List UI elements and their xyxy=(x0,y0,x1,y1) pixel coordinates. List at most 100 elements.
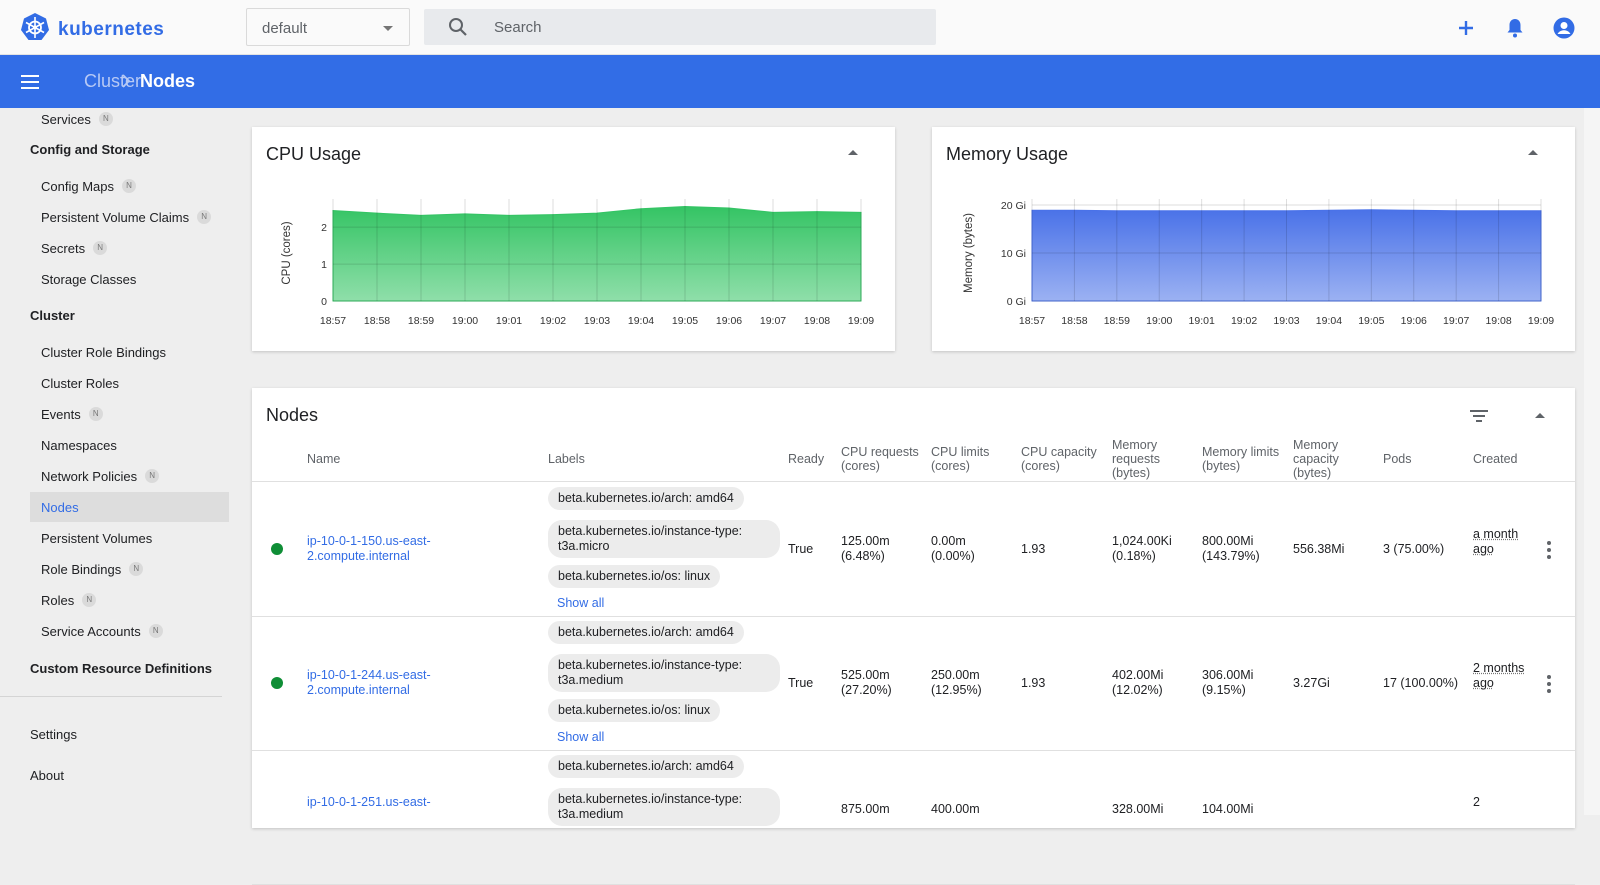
column-header-cpu-capacity[interactable]: CPU capacity (cores) xyxy=(1021,445,1105,473)
sidebar-item-label: Config Maps xyxy=(41,178,114,194)
sidebar-item-settings[interactable]: Settings xyxy=(30,727,77,742)
filter-icon[interactable] xyxy=(1467,404,1491,433)
namespace-select[interactable]: default xyxy=(246,8,410,46)
sidebar-item-service-accounts[interactable]: Service Accounts N xyxy=(30,616,229,646)
sidebar-item-secrets[interactable]: Secrets N xyxy=(30,233,229,263)
x-tick-label: 19:05 xyxy=(672,315,698,327)
kubernetes-logo[interactable]: kubernetes xyxy=(20,12,164,47)
node-name-link[interactable]: ip-10-0-1-244.us-east-2.compute.internal xyxy=(307,668,517,698)
sidebar-item-network-policies[interactable]: Network Policies N xyxy=(30,461,229,491)
sidebar-section-custom-resource-definitions[interactable]: Custom Resource Definitions xyxy=(30,661,212,676)
sidebar-item-events[interactable]: Events N xyxy=(30,399,229,429)
created-value: a month ago xyxy=(1473,527,1519,556)
add-icon[interactable] xyxy=(1454,16,1478,40)
node-name-link[interactable]: ip-10-0-1-150.us-east-2.compute.internal xyxy=(307,534,517,564)
x-tick-label: 19:08 xyxy=(804,315,830,327)
collapse-chevron-up-icon[interactable] xyxy=(1528,404,1552,428)
pods-value: 17 (100.00%) xyxy=(1383,676,1459,690)
sidebar-item-cluster-roles[interactable]: Cluster Roles xyxy=(30,368,229,398)
column-header-ready[interactable]: Ready xyxy=(788,452,824,466)
column-header-cpu-requests[interactable]: CPU requests (cores) xyxy=(841,445,929,473)
column-header-cpu-limits[interactable]: CPU limits (cores) xyxy=(931,445,1011,473)
label-chip: beta.kubernetes.io/instance-type: t3a.me… xyxy=(548,654,780,692)
cpu-requests-value: 125.00m (6.48%) xyxy=(841,534,890,563)
x-tick-label: 19:06 xyxy=(716,315,742,327)
more-vert-icon[interactable] xyxy=(1537,538,1561,567)
new-badge: N xyxy=(148,624,163,638)
new-badge: N xyxy=(98,112,113,126)
x-tick-label: 19:09 xyxy=(1528,315,1554,327)
created-value: 2 xyxy=(1473,795,1480,809)
label-chip: beta.kubernetes.io/os: linux xyxy=(548,565,721,588)
sidebar-item-services[interactable]: Services N xyxy=(30,104,229,134)
sidebar-item-label: Namespaces xyxy=(41,437,117,453)
sidebar-section-cluster[interactable]: Cluster xyxy=(30,308,75,323)
sidebar-item-about[interactable]: About xyxy=(30,768,64,783)
x-tick-label: 19:03 xyxy=(1273,315,1299,327)
hamburger-menu-icon[interactable] xyxy=(20,72,40,97)
sidebar-section-config-storage[interactable]: Config and Storage xyxy=(30,142,150,157)
notifications-bell-icon[interactable] xyxy=(1503,16,1527,40)
search-input[interactable]: Search xyxy=(494,19,542,36)
cpu-requests-value: 525.00m (27.20%) xyxy=(841,668,892,697)
cpu-usage-title: CPU Usage xyxy=(266,144,362,164)
sidebar-item-cluster-role-bindings[interactable]: Cluster Role Bindings xyxy=(30,337,229,367)
y-tick-label: 10 Gi xyxy=(1001,248,1026,260)
x-tick-label: 18:58 xyxy=(364,315,390,327)
x-tick-label: 18:57 xyxy=(1019,315,1045,327)
y-axis-label: Memory (bytes) xyxy=(963,213,975,293)
memory-capacity-value: 3.27Gi xyxy=(1293,676,1330,690)
column-header-memory-limits[interactable]: Memory limits (bytes) xyxy=(1202,445,1290,473)
column-header-pods[interactable]: Pods xyxy=(1383,452,1412,466)
table-row: ip-10-0-1-251.us-east- beta.kubernetes.i… xyxy=(252,751,1575,885)
page-scrollbar[interactable] xyxy=(1584,108,1600,815)
cpu-usage-card: CPU Usage 0 1 2 18:57 18:58 18:59 19:00 19:01 19… xyxy=(252,127,895,351)
sidebar-item-namespaces[interactable]: Namespaces xyxy=(30,430,229,460)
cpu-usage-chart: 0 1 2 18:57 18:58 18:59 19:00 19:01 19:02 19:03 19… xyxy=(281,199,874,327)
breadcrumb-current: Nodes xyxy=(140,71,196,91)
node-name-link[interactable]: ip-10-0-1-251.us-east- xyxy=(307,795,517,810)
cpu-capacity-value: 1.93 xyxy=(1021,542,1046,556)
search-bar[interactable]: Search xyxy=(424,9,936,45)
sidebar-item-storage-classes[interactable]: Storage Classes xyxy=(30,264,229,294)
column-header-created[interactable]: Created xyxy=(1473,452,1517,466)
account-circle-icon[interactable] xyxy=(1552,16,1576,40)
sidebar-item-label: Service Accounts xyxy=(41,623,141,639)
x-tick-label: 19:01 xyxy=(1189,315,1215,327)
memory-capacity-value: 556.38Mi xyxy=(1293,542,1345,556)
sidebar-item-label: Roles xyxy=(41,592,75,608)
show-all-labels-link[interactable]: Show all xyxy=(557,730,604,744)
column-header-name[interactable]: Name xyxy=(307,452,340,466)
collapse-chevron-up-icon[interactable] xyxy=(841,141,865,165)
collapse-chevron-up-icon[interactable] xyxy=(1521,141,1545,165)
sidebar-item-nodes[interactable]: Nodes xyxy=(30,492,229,522)
sidebar-item-role-bindings[interactable]: Role Bindings N xyxy=(30,554,229,584)
column-header-memory-capacity[interactable]: Memory capacity (bytes) xyxy=(1293,438,1373,480)
memory-usage-card: Memory Usage 0 Gi 10 Gi 20 Gi 18:57 18:58 18:… xyxy=(932,127,1575,351)
sidebar-item-roles[interactable]: Roles N xyxy=(30,585,229,615)
breadcrumb-cluster[interactable]: Cluster xyxy=(84,71,141,92)
sidebar-item-persistent-volumes[interactable]: Persistent Volumes xyxy=(30,523,229,553)
label-chip: beta.kubernetes.io/arch: amd64 xyxy=(548,621,744,644)
label-chip: beta.kubernetes.io/arch: amd64 xyxy=(548,755,744,778)
column-header-memory-requests[interactable]: Memory requests (bytes) xyxy=(1112,438,1192,480)
label-chip: beta.kubernetes.io/arch: amd64 xyxy=(548,487,744,510)
x-tick-label: 19:02 xyxy=(1231,315,1257,327)
new-badge: N xyxy=(145,469,160,483)
y-tick-label: 2 xyxy=(321,222,327,234)
memory-usage-title: Memory Usage xyxy=(946,144,1069,164)
cpu-limits-value: 0.00m (0.00%) xyxy=(931,534,975,563)
ready-value: True xyxy=(788,676,814,690)
x-tick-label: 19:07 xyxy=(1443,315,1469,327)
memory-limits-value: 800.00Mi (143.79%) xyxy=(1202,534,1260,563)
sidebar-item-persistent-volume-claims[interactable]: Persistent Volume Claims N xyxy=(30,202,229,232)
sidebar-item-label: Cluster Role Bindings xyxy=(41,344,167,360)
chevron-right-icon xyxy=(120,74,132,93)
new-badge: N xyxy=(197,210,212,224)
breadcrumb-bar: Cluster Nodes xyxy=(0,55,1600,108)
more-vert-icon[interactable] xyxy=(1537,672,1561,701)
show-all-labels-link[interactable]: Show all xyxy=(557,596,604,610)
y-tick-label: 0 xyxy=(321,296,327,308)
new-badge: N xyxy=(82,593,97,607)
sidebar-item-config-maps[interactable]: Config Maps N xyxy=(30,171,229,201)
